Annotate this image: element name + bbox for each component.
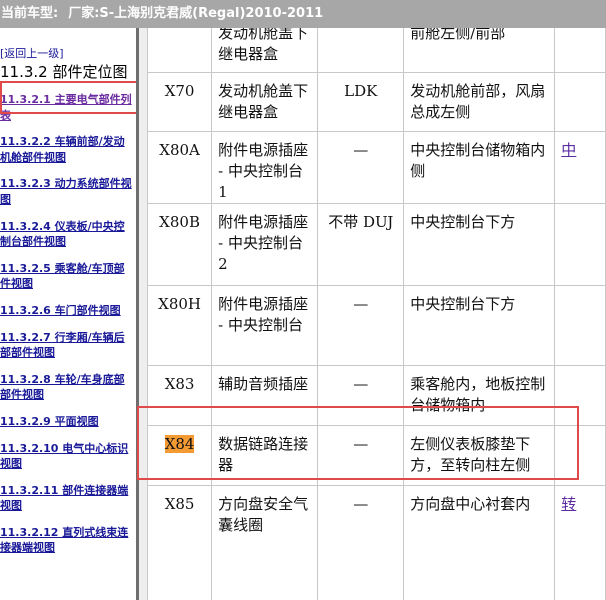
- cell-view: [554, 28, 606, 73]
- sidebar-link-inline-harness-connector-end[interactable]: 11.3.2.12 直列式线束连接器端视图: [0, 525, 136, 556]
- cell-name: 附件电源插座 - 中央控制台 1: [211, 131, 319, 204]
- cell-code: X85: [147, 485, 213, 600]
- table-row: X70 发动机舱盖下继电器盒 LDK 发动机舱前部，风扇总成左侧: [147, 72, 606, 132]
- cell-name: 方向盘安全气囊线圈: [211, 485, 319, 600]
- sidebar-link-plan-view[interactable]: 11.3.2.9 平面视图: [0, 414, 136, 430]
- row-highlight-box: [137, 406, 579, 480]
- sidebar-link-instrument-panel-console[interactable]: 11.3.2.4 仪表板/中央控制台部件视图: [0, 219, 136, 250]
- cell-option: —: [317, 131, 405, 204]
- cell-location: 中央控制台储物箱内侧: [403, 131, 556, 204]
- cell-view: 转: [554, 485, 606, 600]
- current-vehicle-value: 厂家:S-上海别克君威(Regal)2010-2011: [68, 6, 324, 21]
- table-row: X80A 附件电源插座 - 中央控制台 1 — 中央控制台储物箱内侧 中: [147, 131, 606, 204]
- cell-code: X80A: [147, 131, 213, 204]
- cell-name: 发动机舱盖下继电器盒: [211, 28, 319, 73]
- table-row: X80H 附件电源插座 - 中央控制台 — 中央控制台下方: [147, 285, 606, 366]
- back-link[interactable]: [返回上一级]: [0, 45, 64, 61]
- current-vehicle-label: 当前车型:: [1, 6, 59, 21]
- sidebar-link-front-engine-compartment[interactable]: 11.3.2.2 车辆前部/发动机舱部件视图: [0, 134, 136, 165]
- header-bar: 当前车型: 厂家:S-上海别克君威(Regal)2010-2011: [0, 0, 606, 28]
- cell-location: 中央控制台下方: [403, 203, 556, 286]
- parts-table-panel: 发动机舱盖下继电器盒 前舱左侧/前部 X70 发动机舱盖下继电器盒 LDK 发动…: [147, 28, 606, 600]
- cell-option: [317, 28, 405, 73]
- sidebar-link-trunk-rear[interactable]: 11.3.2.7 行李厢/车辆后部部件视图: [0, 330, 136, 361]
- cell-code: [147, 28, 213, 73]
- sidebar-link-doors[interactable]: 11.3.2.6 车门部件视图: [0, 303, 136, 319]
- cell-location: 中央控制台下方: [403, 285, 556, 366]
- cell-location: 前舱左侧/前部: [403, 28, 556, 73]
- cell-option: LDK: [317, 72, 405, 132]
- sidebar-link-powertrain[interactable]: 11.3.2.3 动力系统部件视图: [0, 176, 136, 207]
- view-link[interactable]: 中: [561, 141, 576, 159]
- table-row: 发动机舱盖下继电器盒 前舱左侧/前部: [147, 28, 606, 73]
- parts-table: 发动机舱盖下继电器盒 前舱左侧/前部 X70 发动机舱盖下继电器盒 LDK 发动…: [147, 28, 606, 600]
- sidebar-link-electrical-center-id[interactable]: 11.3.2.10 电气中心标识视图: [0, 441, 136, 472]
- table-row: X85 方向盘安全气囊线圈 — 方向盘中心衬套内 转: [147, 485, 606, 600]
- cell-name: 附件电源插座 - 中央控制台: [211, 285, 319, 366]
- cell-name: 发动机舱盖下继电器盒: [211, 72, 319, 132]
- cell-view: [554, 203, 606, 286]
- cell-view: [554, 72, 606, 132]
- frame-scroll-strip: [139, 28, 147, 600]
- cell-location: 方向盘中心衬套内: [403, 485, 556, 600]
- cell-view: 中: [554, 131, 606, 204]
- cell-option: —: [317, 485, 405, 600]
- cell-code: X80H: [147, 285, 213, 366]
- sidebar-link-component-connector-end[interactable]: 11.3.2.11 部件连接器端视图: [0, 483, 136, 514]
- cell-code: X70: [147, 72, 213, 132]
- sidebar-link-wheels-underbody[interactable]: 11.3.2.8 车轮/车身底部部件视图: [0, 372, 136, 403]
- table-row: X80B 附件电源插座 - 中央控制台 2 不带 DUJ 中央控制台下方: [147, 203, 606, 286]
- section-title: 11.3.2 部件定位图: [0, 63, 128, 81]
- cell-option: 不带 DUJ: [317, 203, 405, 286]
- cell-code: X80B: [147, 203, 213, 286]
- cell-name: 附件电源插座 - 中央控制台 2: [211, 203, 319, 286]
- view-link[interactable]: 转: [561, 495, 576, 513]
- cell-option: —: [317, 285, 405, 366]
- cell-location: 发动机舱前部，风扇总成左侧: [403, 72, 556, 132]
- sidebar-highlight-box: [0, 81, 142, 114]
- sidebar-link-passenger-roof[interactable]: 11.3.2.5 乘客舱/车顶部件视图: [0, 261, 136, 292]
- sidebar-link-list: 11.3.2.1 主要电气部件列表 11.3.2.2 车辆前部/发动机舱部件视图…: [0, 92, 136, 567]
- cell-view: [554, 285, 606, 366]
